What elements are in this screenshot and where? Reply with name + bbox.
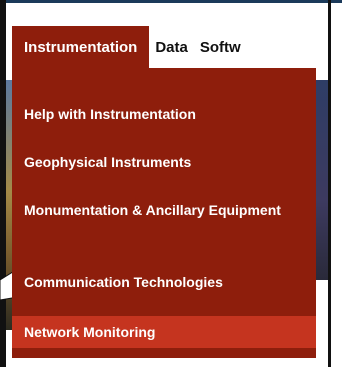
- menu-item-help-with-instrumentation[interactable]: Help with Instrumentation: [12, 104, 316, 124]
- main-nav: Instrumentation Data Softw: [12, 26, 316, 68]
- nav-tab-software[interactable]: Softw: [194, 26, 247, 68]
- nav-tab-data[interactable]: Data: [149, 26, 194, 68]
- menu-bottom-gap: [12, 358, 316, 367]
- nav-tab-instrumentation[interactable]: Instrumentation: [12, 26, 150, 68]
- menu-item-communication-technologies[interactable]: Communication Technologies: [12, 272, 316, 292]
- frame-right: [328, 0, 331, 367]
- menu-item-network-monitoring[interactable]: Network Monitoring: [12, 316, 316, 348]
- menu-item-geophysical-instruments[interactable]: Geophysical Instruments: [12, 152, 316, 172]
- instrumentation-dropdown-menu: Help with Instrumentation Geophysical In…: [12, 68, 316, 358]
- frame-top: [0, 0, 342, 3]
- menu-item-monumentation-ancillary-equipment[interactable]: Monumentation & Ancillary Equipment: [12, 200, 316, 220]
